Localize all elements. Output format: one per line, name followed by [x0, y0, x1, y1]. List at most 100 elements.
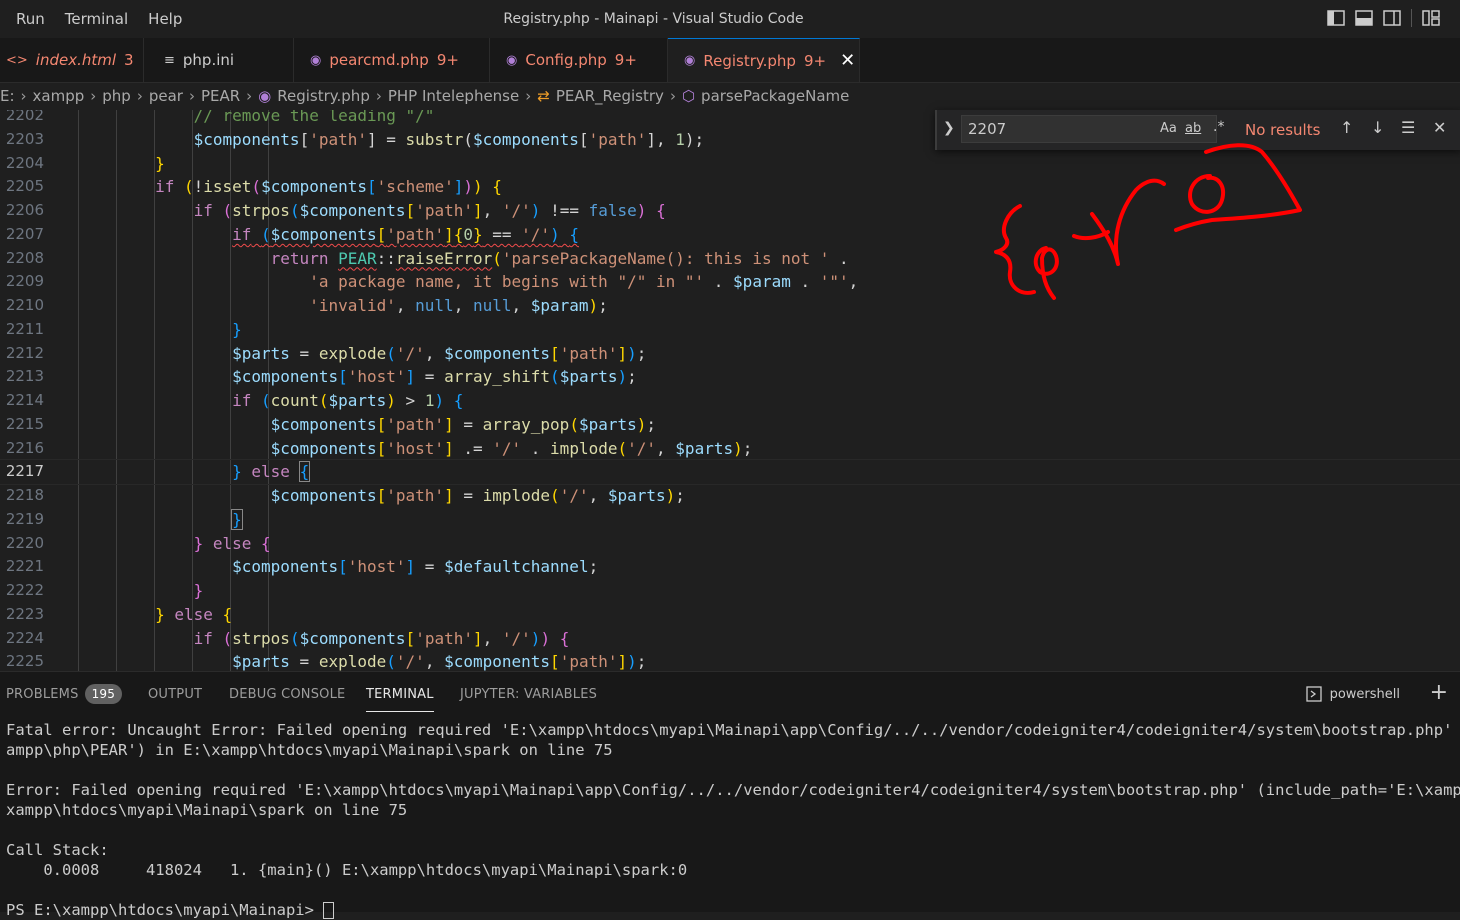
code-line[interactable]: 2217 } else {: [0, 459, 1460, 485]
line-number: 2210: [5, 296, 44, 314]
breadcrumb-drive[interactable]: E:: [0, 87, 15, 105]
code-text: $components['path'] = array_pop($parts);: [270, 414, 657, 434]
code-line[interactable]: 2223 } else {: [0, 603, 1460, 627]
code-text: $parts = explode('/', $components['path'…: [232, 343, 647, 363]
breadcrumb: E: › xampp › php › pear › PEAR › ◉ Registry.ph…: [0, 83, 1460, 109]
code-text: 'invalid', null, null, $param);: [309, 296, 608, 315]
breadcrumb-PEAR[interactable]: PEAR: [201, 87, 240, 105]
chevron-right-icon[interactable]: ❯: [943, 120, 955, 136]
close-icon[interactable]: ✕: [1433, 118, 1446, 137]
php-elephant-icon: ◉: [506, 52, 518, 68]
code-text: // remove the leading "/": [193, 110, 435, 125]
customize-layout-icon[interactable]: [1422, 10, 1440, 26]
problems-count-badge: 195: [84, 684, 123, 704]
tab-config-php[interactable]: ◉ Config.php 9+: [490, 38, 668, 82]
shell-label: powershell: [1329, 686, 1400, 702]
terminal-line: ampp\php\PEAR') in E:\xampp\htdocs\myapi…: [6, 741, 613, 759]
breadcrumb-xampp[interactable]: xampp: [33, 87, 85, 105]
line-number: 2218: [5, 486, 44, 504]
line-number: 2206: [5, 201, 44, 219]
code-line[interactable]: 2222 }: [0, 579, 1460, 603]
tab-output[interactable]: OUTPUT: [148, 672, 202, 718]
line-number: 2216: [5, 438, 44, 457]
code-line[interactable]: 2215 $components['path'] = array_pop($pa…: [0, 413, 1460, 437]
tab-debug-console[interactable]: DEBUG CONSOLE: [229, 672, 345, 718]
line-number: 2225: [5, 652, 44, 671]
code-line[interactable]: 2221 $components['host'] = $defaultchann…: [0, 555, 1460, 579]
line-number: 2205: [5, 177, 44, 196]
line-number: 2224: [5, 628, 44, 647]
window-title: Registry.php - Mainapi - Visual Studio C…: [503, 11, 804, 27]
code-text: if (strpos($components['path'], '/') !==…: [193, 201, 666, 220]
terminal-line: 0.0008 418024 1. {main}() E:\xampp\htdoc…: [6, 861, 688, 879]
terminal-line: Error: Failed opening required 'E:\xampp…: [6, 781, 1460, 799]
breadcrumb-method[interactable]: parsePackageName: [701, 87, 849, 105]
toggle-primary-sidebar-icon[interactable]: [1327, 10, 1345, 26]
line-number: 2209: [5, 272, 44, 291]
breadcrumb-class[interactable]: PEAR_Registry: [556, 87, 664, 105]
plus-icon[interactable]: +: [1430, 680, 1448, 705]
code-line[interactable]: 2213 $components['host'] = array_shift($…: [0, 365, 1460, 389]
line-number: 2212: [5, 343, 44, 362]
code-line[interactable]: 2214 if (count($parts) > 1) {: [0, 389, 1460, 413]
code-line[interactable]: 2218 $components['path'] = implode('/', …: [0, 484, 1460, 508]
line-number: 2219: [5, 509, 44, 528]
line-number: 2223: [5, 604, 44, 623]
arrow-up-icon[interactable]: ↑: [1340, 118, 1353, 137]
code-text: } else {: [232, 461, 311, 483]
code-text: }: [232, 319, 242, 339]
code-line[interactable]: 2216 $components['host'] .= '/' . implod…: [0, 437, 1460, 461]
tab-terminal[interactable]: TERMINAL: [366, 672, 434, 718]
chevron-right-icon: ›: [188, 87, 195, 105]
tab-label: php.ini: [182, 51, 235, 69]
line-number: 2203: [5, 129, 44, 148]
terminal-output[interactable]: Fatal error: Uncaught Error: Failed open…: [6, 720, 1460, 920]
editor-tabs: <> index.html 3 ≡ php.ini ◉ pearcmd.php …: [0, 38, 1460, 83]
tab-label: Config.php: [525, 51, 607, 69]
tab-index-html[interactable]: <> index.html 3: [0, 38, 144, 82]
line-number: 2213: [5, 367, 44, 386]
tab-label: Registry.php: [703, 51, 796, 70]
breadcrumb-php[interactable]: php: [102, 87, 131, 105]
code-line[interactable]: 2224 if (strpos($components['path'], '/'…: [0, 627, 1460, 651]
title-bar: Run Terminal Help Registry.php - Mainapi…: [0, 0, 1460, 38]
whole-word-icon[interactable]: ab: [1185, 121, 1201, 136]
code-line[interactable]: 2219 }: [0, 508, 1460, 532]
tab-jupyter-variables[interactable]: JUPYTER: VARIABLES: [460, 672, 597, 718]
find-in-selection-icon[interactable]: ☰: [1401, 118, 1415, 137]
bottom-panel: PROBLEMS 195 OUTPUT DEBUG CONSOLE TERMINA…: [0, 671, 1460, 919]
find-input[interactable]: [961, 115, 1217, 143]
breadcrumb-file[interactable]: Registry.php: [277, 87, 370, 105]
line-number: 2222: [5, 581, 44, 599]
terminal-line: PS E:\xampp\htdocs\myapi\Mainapi>: [6, 900, 1460, 920]
breadcrumb-pear[interactable]: pear: [149, 87, 183, 105]
terminal-shell-selector[interactable]: powershell: [1305, 686, 1400, 702]
code-line[interactable]: 2225 $parts = explode('/', $components['…: [0, 650, 1460, 671]
toggle-secondary-sidebar-icon[interactable]: [1383, 10, 1401, 26]
close-icon[interactable]: ✕: [840, 50, 855, 71]
code-text: $components['path'] = implode('/', $part…: [270, 486, 685, 505]
match-case-icon[interactable]: Aa: [1160, 121, 1177, 136]
code-line[interactable]: 2220 } else {: [0, 532, 1460, 556]
tab-registry-php[interactable]: ◉ Registry.php 9+ ✕: [668, 38, 860, 82]
code-line[interactable]: 2212 $parts = explode('/', $components['…: [0, 342, 1460, 366]
class-icon: ⇄: [537, 87, 550, 105]
red-scribble-annotation: [994, 143, 1302, 300]
scribble-seven-two: [1174, 143, 1302, 232]
tab-pearcmd-php[interactable]: ◉ pearcmd.php 9+: [294, 38, 490, 82]
tab-php-ini[interactable]: ≡ php.ini: [144, 38, 294, 82]
php-elephant-icon: ◉: [684, 53, 696, 68]
code-text: $components['host'] .= '/' . implode('/'…: [270, 438, 753, 458]
problem-badge: 3: [124, 51, 134, 69]
tab-problems[interactable]: PROBLEMS 195: [6, 672, 123, 718]
php-elephant-icon: ◉: [258, 87, 272, 105]
code-line[interactable]: 2211 }: [0, 318, 1460, 342]
regex-icon[interactable]: .*: [1213, 119, 1224, 135]
code-text: return PEAR::raiseError('parsePackageNam…: [270, 248, 849, 268]
line-number: 2211: [5, 319, 44, 338]
arrow-down-icon[interactable]: ↓: [1371, 118, 1384, 137]
toggle-panel-icon[interactable]: [1355, 10, 1373, 26]
breadcrumb-language[interactable]: PHP Intelephense: [388, 87, 519, 105]
code-text: }: [155, 153, 165, 173]
